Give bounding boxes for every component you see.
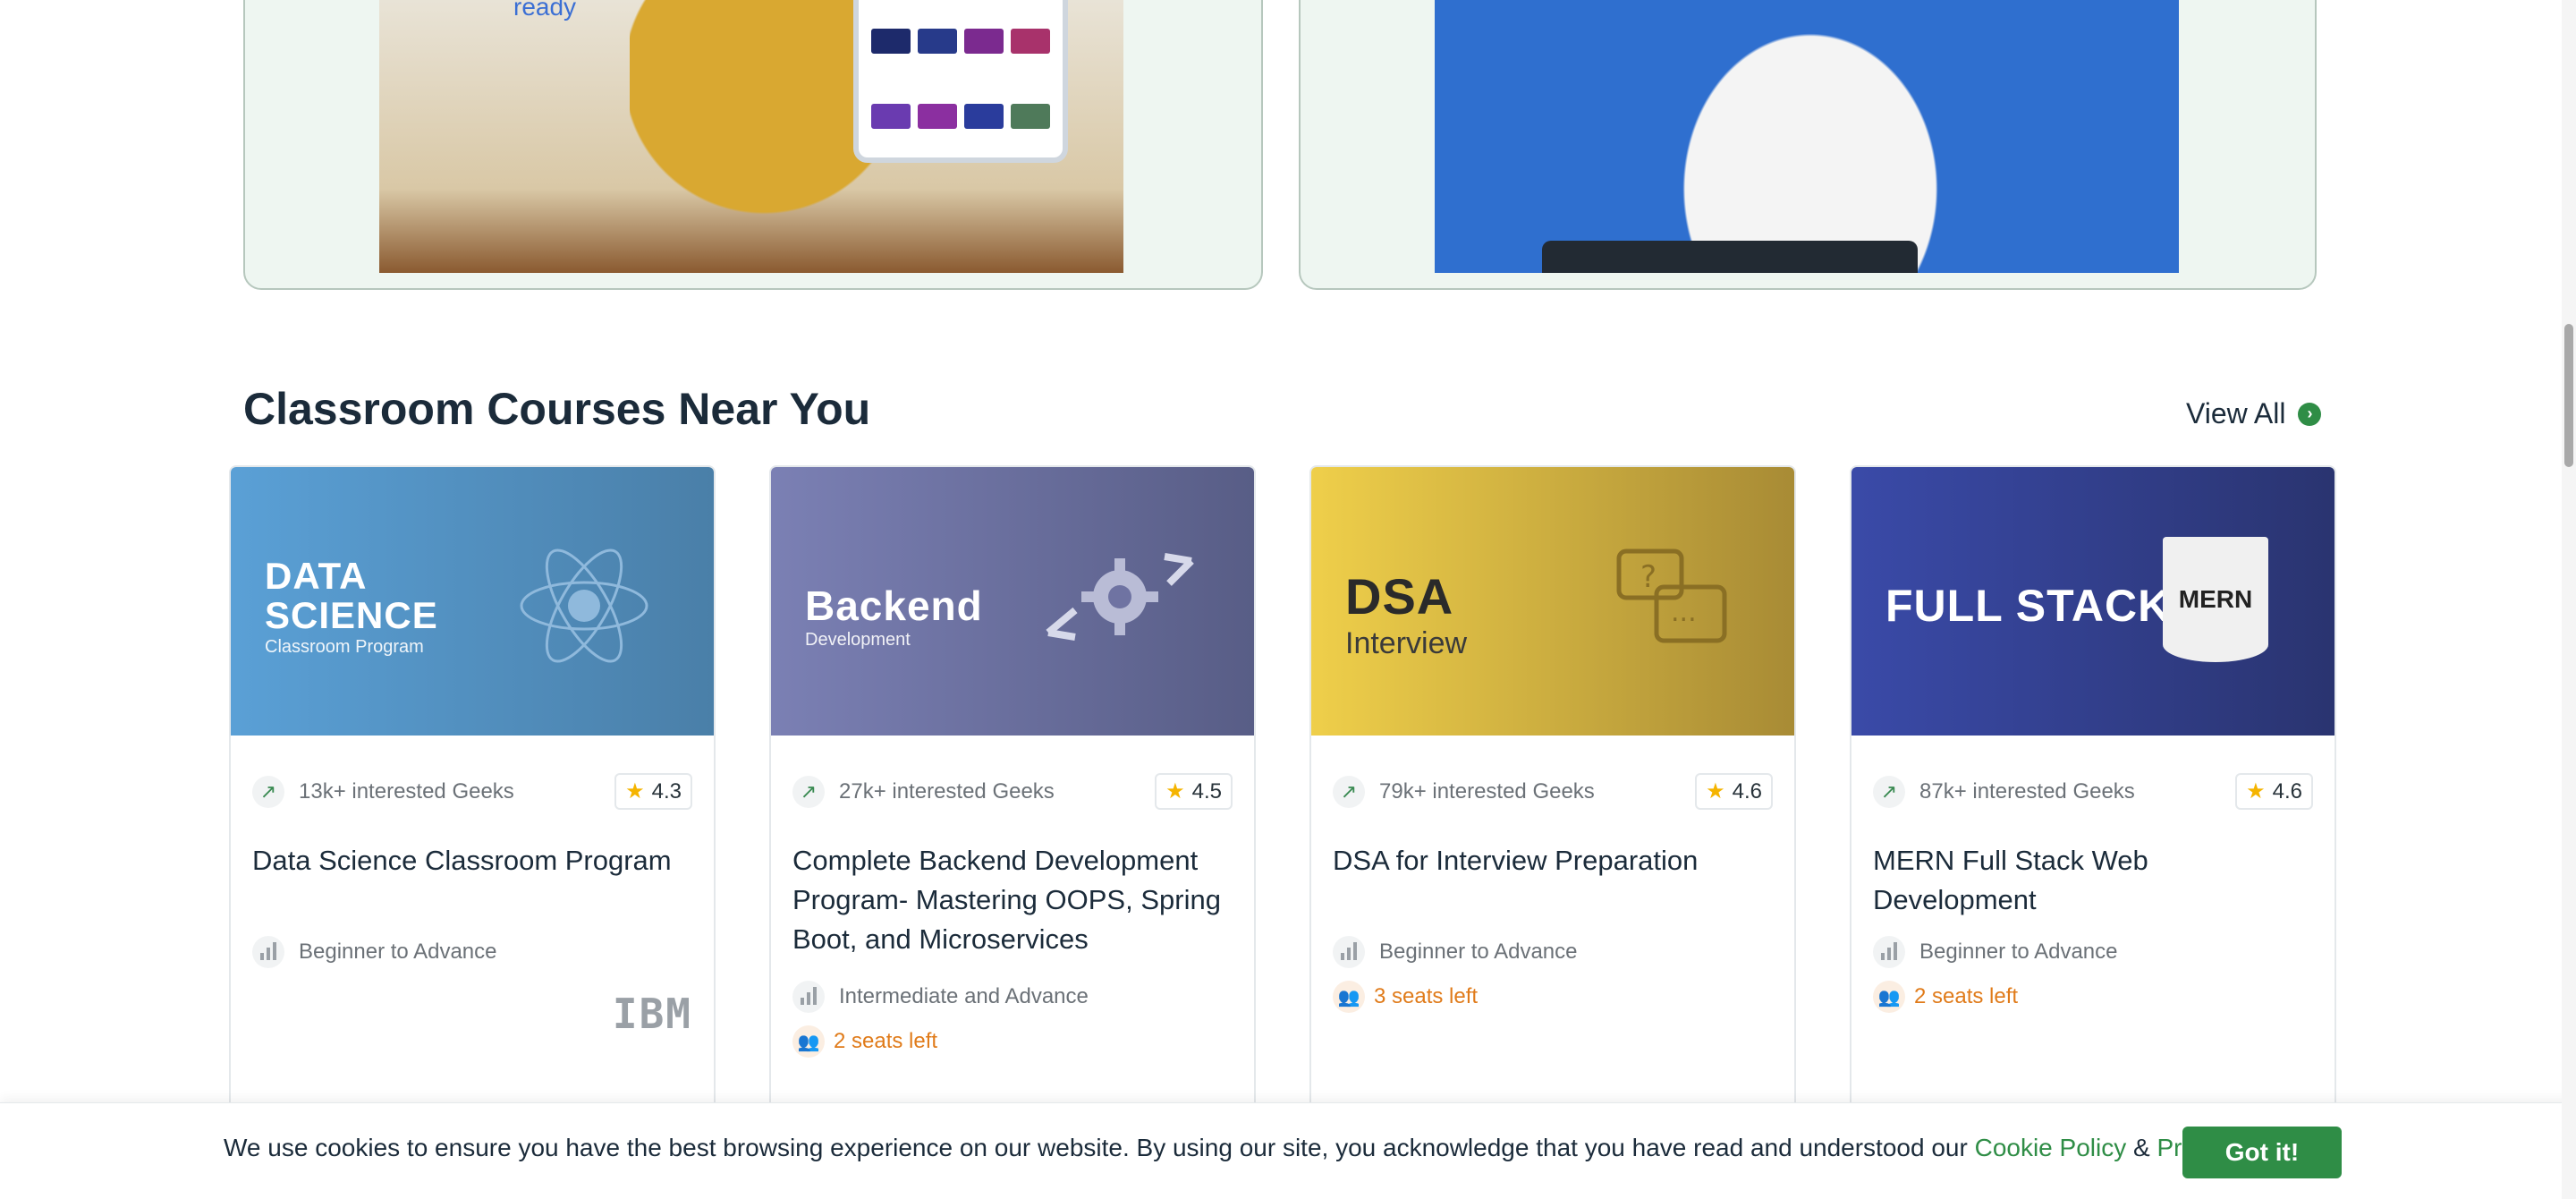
chevron-right-icon: ›: [2298, 402, 2322, 426]
course-banner: Backend Development: [771, 467, 1254, 736]
laptop-image: [1542, 241, 1918, 273]
section-title: Classroom Courses Near You: [243, 384, 871, 434]
tablet-image: [853, 0, 1068, 163]
course-level: Beginner to Advance: [1873, 936, 2118, 968]
users-icon: 👥: [1873, 981, 1905, 1013]
course-card-backend[interactable]: Backend Development ↗ 27k+ interested Ge…: [769, 465, 1256, 1199]
users-icon: 👥: [1333, 981, 1365, 1013]
course-banner: DATA SCIENCE Classroom Program: [231, 467, 714, 736]
rating-value: 4.6: [2272, 778, 2302, 804]
banner-title-line-1: FULL STACK: [1885, 581, 2172, 631]
rating-value: 4.6: [1732, 778, 1762, 804]
course-title[interactable]: Complete Backend Development Program- Ma…: [792, 841, 1233, 959]
seats-left-label: 2 seats left: [1914, 984, 2019, 1008]
cookie-banner: We use cookies to ensure you have the be…: [0, 1102, 2576, 1199]
rating-value: 4.5: [1191, 778, 1222, 804]
cookie-policy-link[interactable]: Cookie Policy: [1975, 1134, 2127, 1161]
rating-badge: ★ 4.3: [614, 773, 692, 810]
banner-title-line-1: Backend: [805, 582, 983, 629]
seats-left-label: 2 seats left: [834, 1029, 938, 1053]
trending-up-icon: ↗: [252, 775, 284, 808]
svg-text:?: ?: [1640, 559, 1657, 595]
video-thumbnail-right[interactable]: [1435, 0, 2179, 273]
course-title[interactable]: Data Science Classroom Program: [252, 841, 692, 880]
course-level: Beginner to Advance: [252, 936, 497, 968]
interested-count: 27k+ interested Geeks: [839, 778, 1055, 804]
course-title[interactable]: DSA for Interview Preparation: [1333, 841, 1773, 880]
video-card-right[interactable]: [1299, 0, 2317, 290]
mern-badge: MERN: [2163, 537, 2268, 662]
ibm-logo: IBM: [612, 990, 692, 1038]
banner-subtitle: Development: [805, 630, 911, 650]
banner-title-line-1: DATA: [265, 555, 368, 597]
banner-title-line-2: SCIENCE: [265, 594, 438, 636]
course-meta-row: ↗ 27k+ interested Geeks ★ 4.5: [792, 773, 1233, 810]
interested-count: 87k+ interested Geeks: [1919, 778, 2135, 804]
level-bars-icon: [252, 936, 284, 968]
cookie-message: We use cookies to ensure you have the be…: [224, 1134, 2313, 1162]
seats-left-label: 3 seats left: [1374, 984, 1479, 1008]
scrollbar-thumb[interactable]: [2564, 324, 2573, 467]
rating-badge: ★ 4.5: [1155, 773, 1233, 810]
presenter-image: [1649, 0, 1971, 273]
course-level-label: Beginner to Advance: [1379, 940, 1578, 964]
level-bars-icon: [1873, 936, 1905, 968]
chat-question-icon: ? ...: [1616, 548, 1727, 643]
cookie-amp: &: [2133, 1134, 2150, 1161]
course-card-data-science[interactable]: DATA SCIENCE Classroom Program ↗ 13k+ in…: [229, 465, 716, 1199]
star-icon: ★: [1165, 779, 1185, 804]
level-bars-icon: [1333, 936, 1365, 968]
trending-up-icon: ↗: [1873, 775, 1905, 808]
rating-value: 4.3: [651, 778, 682, 804]
star-icon: ★: [625, 779, 645, 804]
seats-left: 👥 2 seats left: [1873, 981, 2018, 1013]
course-meta-row: ↗ 87k+ interested Geeks ★ 4.6: [1873, 773, 2313, 810]
cookie-text: We use cookies to ensure you have the be…: [224, 1134, 1968, 1161]
seats-left: 👥 3 seats left: [1333, 981, 1478, 1013]
gear-icon: [1046, 553, 1194, 641]
view-all-label: View All: [2186, 397, 2286, 429]
course-card-dsa[interactable]: DSA Interview ? ... ↗ 79k+ interested Ge…: [1309, 465, 1796, 1199]
course-title[interactable]: MERN Full Stack Web Development: [1873, 841, 2313, 920]
svg-text:...: ...: [1671, 597, 1697, 628]
rating-badge: ★ 4.6: [1695, 773, 1773, 810]
course-meta-row: ↗ 79k+ interested Geeks ★ 4.6: [1333, 773, 1773, 810]
course-level-label: Beginner to Advance: [299, 940, 497, 964]
atom-icon: [520, 548, 648, 663]
banner-title-line-1: DSA: [1345, 568, 1454, 625]
video-thumbnail-left[interactable]: ready: [379, 0, 1123, 273]
course-card-mern[interactable]: FULL STACK MERN ↗ 87k+ interested Geeks …: [1850, 465, 2336, 1199]
course-level: Beginner to Advance: [1333, 936, 1578, 968]
course-level: Intermediate and Advance: [792, 981, 1089, 1013]
course-banner: FULL STACK MERN: [1852, 467, 2334, 736]
course-level-label: Intermediate and Advance: [839, 984, 1089, 1008]
course-banner: DSA Interview ? ...: [1311, 467, 1794, 736]
star-icon: ★: [2246, 779, 2266, 804]
interested-count: 79k+ interested Geeks: [1379, 778, 1595, 804]
scrollbar-track[interactable]: [2562, 0, 2576, 1199]
interested-count: 13k+ interested Geeks: [299, 778, 514, 804]
banner-subtitle: Interview: [1345, 626, 1468, 660]
video-card-left[interactable]: ready: [243, 0, 1263, 290]
users-icon: 👥: [792, 1025, 825, 1058]
level-bars-icon: [792, 981, 825, 1013]
trending-up-icon: ↗: [1333, 775, 1365, 808]
accept-cookies-button[interactable]: Got it!: [2182, 1127, 2342, 1178]
seats-left: 👥 2 seats left: [792, 1025, 937, 1058]
course-meta-row: ↗ 13k+ interested Geeks ★ 4.3: [252, 773, 692, 810]
view-all-link[interactable]: View All ›: [2186, 397, 2322, 430]
course-level-label: Beginner to Advance: [1919, 940, 2118, 964]
banner-subtitle: Classroom Program: [265, 637, 424, 657]
star-icon: ★: [1706, 779, 1725, 804]
trending-up-icon: ↗: [792, 775, 825, 808]
thumbnail-overlay-text: ready: [513, 0, 577, 21]
rating-badge: ★ 4.6: [2235, 773, 2313, 810]
mern-badge-label: MERN: [2178, 585, 2253, 613]
